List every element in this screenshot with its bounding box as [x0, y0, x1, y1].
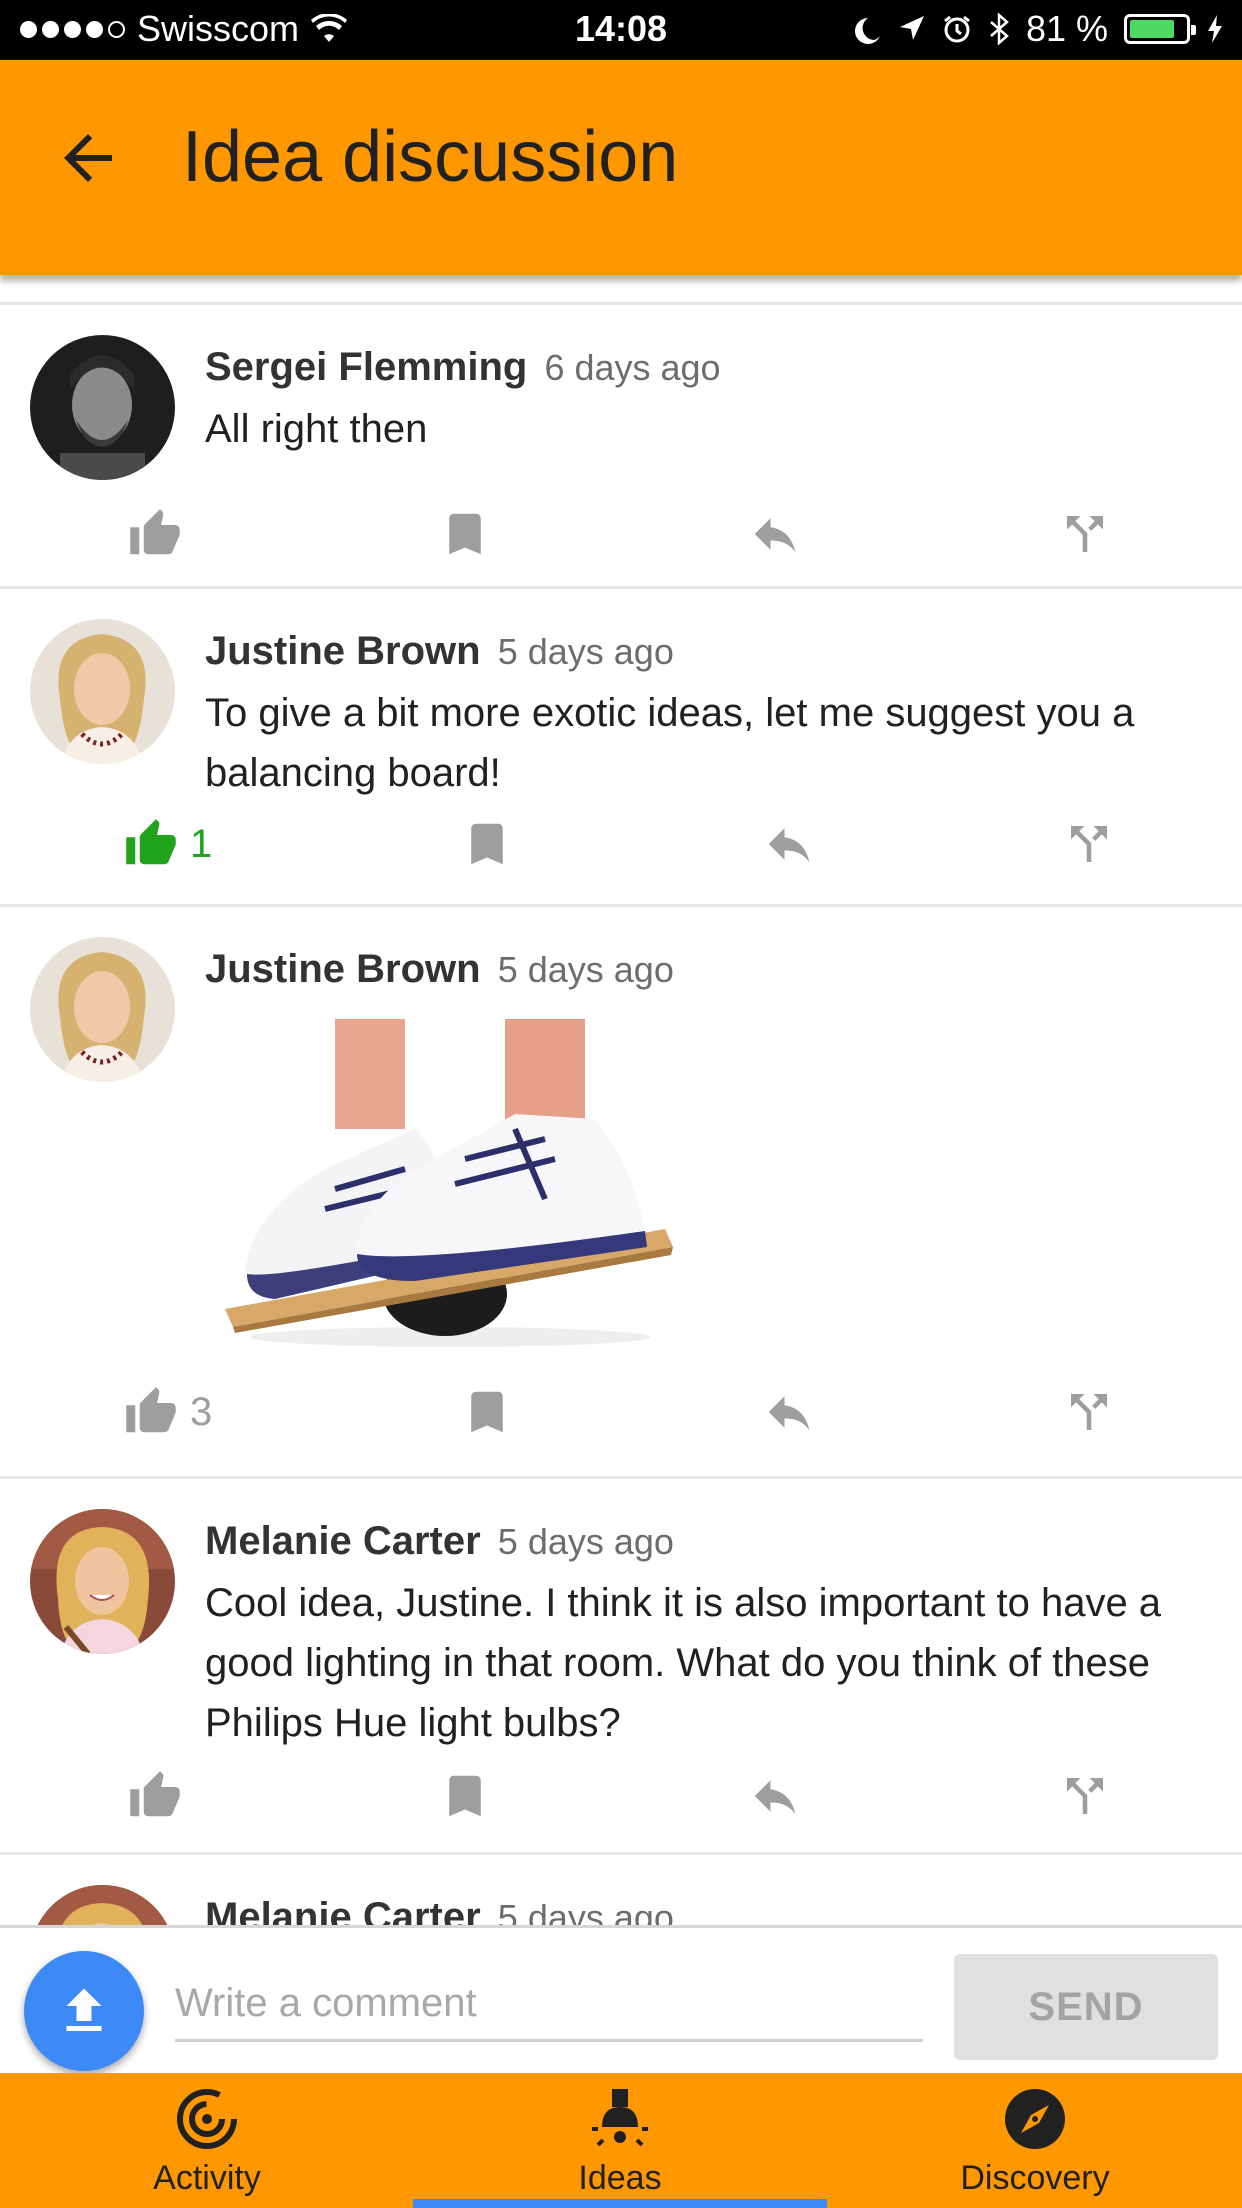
reply-icon	[754, 1780, 796, 1814]
like-button[interactable]: 1	[124, 817, 212, 871]
bookmark-button[interactable]	[438, 507, 492, 561]
comment-item: Melanie Carter 5 days ago Cool idea, Jus…	[0, 1479, 1242, 1855]
reply-button[interactable]	[762, 817, 816, 871]
bookmark-icon	[449, 1775, 481, 1817]
active-tab-indicator	[413, 2199, 827, 2208]
bookmark-button[interactable]	[460, 1385, 514, 1439]
avatar[interactable]	[30, 335, 175, 480]
fork-icon	[1067, 1778, 1103, 1814]
nav-label: Activity	[153, 2159, 261, 2197]
comment-meta: Melanie Carter 5 days ago	[205, 1519, 674, 1564]
arrow-back-icon[interactable]	[52, 122, 124, 194]
fork-icon	[1071, 826, 1107, 862]
lightbulb-icon	[592, 2089, 648, 2147]
comment-text: To give a bit more exotic ideas, let me …	[205, 691, 1135, 795]
reply-button[interactable]	[762, 1385, 816, 1439]
nav-discovery[interactable]: Discovery	[885, 2073, 1185, 2208]
reply-button[interactable]	[748, 507, 802, 561]
reply-button[interactable]	[748, 1769, 802, 1823]
thumbs-up-icon	[126, 1387, 176, 1433]
charging-icon	[1208, 15, 1222, 43]
author-name[interactable]: Melanie Carter	[205, 1895, 481, 1927]
fork-icon	[1071, 1394, 1107, 1430]
compass-icon	[1005, 2089, 1065, 2149]
app-bar-extension	[0, 245, 1242, 275]
comment-actions	[0, 507, 1242, 567]
fork-button[interactable]	[1058, 1769, 1112, 1823]
upload-button[interactable]	[24, 1951, 144, 2071]
like-count: 3	[190, 1389, 213, 1434]
comment-meta: Justine Brown 5 days ago	[205, 947, 674, 992]
comment-meta: Melanie Carter 5 days ago	[205, 1895, 674, 1927]
activity-icon	[177, 2089, 237, 2149]
reply-icon	[754, 518, 796, 552]
author-name[interactable]: Sergei Flemming	[205, 345, 527, 389]
avatar[interactable]	[30, 937, 175, 1082]
bookmark-button[interactable]	[438, 1769, 492, 1823]
comment-actions: 1	[0, 817, 1242, 877]
thumbs-up-icon	[130, 1771, 180, 1817]
bookmark-button[interactable]	[460, 817, 514, 871]
page-title: Idea discussion	[182, 117, 679, 197]
like-button[interactable]: 3	[124, 1385, 212, 1439]
comment-text: All right then	[205, 407, 428, 451]
nav-label: Discovery	[960, 2159, 1110, 2197]
bookmark-icon	[471, 823, 503, 865]
balance-board-photo[interactable]	[215, 1019, 685, 1349]
upload-icon	[66, 1988, 102, 2031]
battery-percent: 81 %	[1025, 8, 1108, 49]
comment-time: 5 days ago	[497, 631, 674, 672]
app-bar: Idea discussion	[0, 60, 1242, 275]
thumbs-up-icon	[126, 819, 176, 865]
avatar[interactable]	[30, 619, 175, 764]
bookmark-icon	[449, 513, 481, 555]
battery-icon	[1124, 14, 1196, 44]
comment-item: Justine Brown 5 days ago To give a bit m…	[0, 589, 1242, 907]
avatar[interactable]	[30, 1509, 175, 1654]
fork-button[interactable]	[1058, 507, 1112, 561]
nav-ideas[interactable]: Ideas	[470, 2073, 770, 2208]
comment-actions: 3	[0, 1385, 1242, 1445]
location-icon	[899, 16, 924, 40]
reply-icon	[768, 828, 810, 862]
comment-text: Cool idea, Justine. I think it is also i…	[205, 1581, 1162, 1745]
fork-button[interactable]	[1062, 817, 1116, 871]
comment-meta: Sergei Flemming 6 days ago	[205, 345, 721, 390]
comment-input[interactable]	[175, 1968, 923, 2042]
comment-composer: SEND	[0, 1925, 1242, 2073]
nav-label: Ideas	[578, 2159, 662, 2197]
comment-item: Melanie Carter 5 days ago	[0, 1855, 1242, 1927]
fork-button[interactable]	[1062, 1385, 1116, 1439]
thumbs-up-icon	[130, 509, 180, 555]
comment-time: 5 days ago	[497, 1521, 674, 1562]
nav-activity[interactable]: Activity	[57, 2073, 357, 2208]
avatar[interactable]	[30, 1885, 175, 1927]
alarm-icon	[944, 15, 970, 43]
like-count: 1	[190, 821, 213, 866]
comment-feed[interactable]: Sergei Flemming 6 days ago All right the…	[0, 302, 1242, 1927]
bookmark-icon	[471, 1391, 503, 1433]
comment-time: 5 days ago	[497, 949, 674, 990]
like-button[interactable]	[128, 1769, 194, 1823]
comment-actions	[0, 1769, 1242, 1829]
back-button[interactable]	[52, 122, 124, 194]
status-bar: Swisscom 14:08 81 %	[0, 0, 1242, 60]
like-button[interactable]	[128, 507, 194, 561]
comment-meta: Justine Brown 5 days ago	[205, 629, 674, 674]
bluetooth-icon	[990, 13, 1009, 45]
reply-icon	[768, 1396, 810, 1430]
comment-time: 5 days ago	[497, 1897, 674, 1927]
fork-icon	[1067, 516, 1103, 552]
send-button[interactable]: SEND	[954, 1954, 1218, 2060]
author-name[interactable]: Justine Brown	[205, 947, 481, 991]
comment-item: Sergei Flemming 6 days ago All right the…	[0, 305, 1242, 589]
bottom-navigation: Activity Ideas Discovery	[0, 2073, 1242, 2208]
status-indicators: 81 %	[854, 8, 1224, 50]
author-name[interactable]: Justine Brown	[205, 629, 481, 673]
author-name[interactable]: Melanie Carter	[205, 1519, 481, 1563]
comment-item: Justine Brown 5 days ago 3	[0, 907, 1242, 1479]
comment-time: 6 days ago	[544, 347, 721, 388]
moon-icon	[854, 18, 880, 44]
